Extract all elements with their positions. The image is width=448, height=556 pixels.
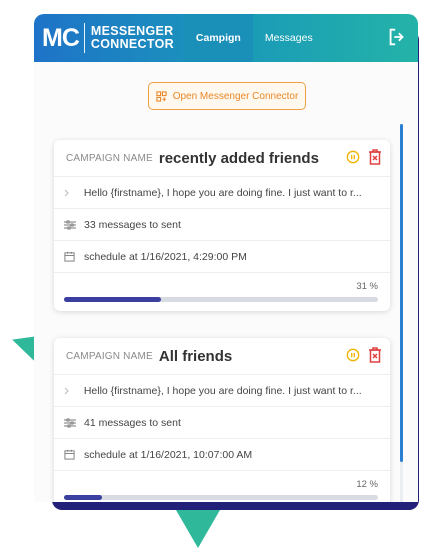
campaign-count-row: 33 messages to sent — [54, 208, 390, 240]
scrollbar-thumb[interactable] — [400, 124, 403, 462]
open-messenger-connector-button[interactable]: Open Messenger Connector — [148, 82, 306, 110]
logout-icon[interactable] — [386, 26, 408, 48]
campaign-progress: 12 % — [54, 470, 390, 502]
campaign-message: Hello {firstname}, I hope you are doing … — [83, 186, 362, 199]
campaign-name: recently added friends — [158, 149, 319, 167]
campaign-header: CAMPAIGN NAME All friends — [54, 338, 390, 374]
logo-divider — [83, 23, 85, 53]
header-bar: MC MESSENGER CONNECTOR Campign Messages — [34, 14, 418, 62]
tab-messages[interactable]: Messages — [253, 14, 325, 62]
progress-percent: 12 % — [356, 479, 378, 490]
chevron-right-icon — [64, 387, 78, 395]
sliders-icon — [64, 220, 78, 230]
progress-track — [64, 297, 378, 302]
progress-track — [64, 495, 378, 500]
campaign-schedule-row: schedule at 1/16/2021, 10:07:00 AM — [54, 438, 390, 470]
sliders-icon — [64, 418, 78, 428]
campaign-header: CAMPAIGN NAME recently added friends — [54, 140, 390, 176]
extension-popup: MC MESSENGER CONNECTOR Campign Messages … — [34, 14, 418, 502]
progress-fill — [64, 495, 102, 500]
campaign-card: CAMPAIGN NAME All friends Hello {firstna… — [54, 338, 390, 502]
grid-icon — [156, 90, 167, 102]
logo-line-2: CONNECTOR — [90, 37, 174, 51]
campaign-name-label: CAMPAIGN NAME — [66, 152, 153, 164]
progress-fill — [64, 297, 162, 302]
tab-campaign[interactable]: Campign — [183, 14, 253, 62]
pause-icon[interactable] — [346, 150, 360, 164]
campaign-message-count: 41 messages to sent — [84, 416, 181, 429]
campaign-name: All friends — [158, 347, 233, 365]
logo-mark: MC — [42, 24, 80, 52]
pause-icon[interactable] — [346, 348, 360, 362]
progress-percent: 31 % — [356, 281, 378, 292]
campaign-message-row: Hello {firstname}, I hope you are doing … — [54, 176, 390, 208]
trash-icon[interactable] — [368, 347, 382, 363]
calendar-icon — [64, 251, 78, 262]
calendar-icon — [64, 449, 78, 460]
campaign-name-label: CAMPAIGN NAME — [66, 350, 153, 362]
trash-icon[interactable] — [368, 149, 382, 165]
campaign-message: Hello {firstname}, I hope you are doing … — [83, 384, 362, 397]
campaign-message-count: 33 messages to sent — [84, 218, 181, 231]
campaign-schedule: schedule at 1/16/2021, 10:07:00 AM — [84, 448, 253, 461]
campaign-progress: 31 % — [54, 272, 390, 311]
campaign-message-row: Hello {firstname}, I hope you are doing … — [54, 374, 390, 406]
chevron-right-icon — [64, 189, 78, 197]
campaign-panel: Open Messenger Connector CAMPAIGN NAME r… — [34, 62, 418, 502]
decor-triangle-bottom — [176, 510, 220, 548]
logo-text: MESSENGER CONNECTOR — [91, 25, 174, 51]
campaign-count-row: 41 messages to sent — [54, 406, 390, 438]
campaign-schedule-row: schedule at 1/16/2021, 4:29:00 PM — [54, 240, 390, 272]
open-button-label: Open Messenger Connector — [172, 90, 299, 102]
campaign-schedule: schedule at 1/16/2021, 4:29:00 PM — [84, 250, 247, 263]
campaign-card: CAMPAIGN NAME recently added friends Hel… — [54, 140, 390, 311]
